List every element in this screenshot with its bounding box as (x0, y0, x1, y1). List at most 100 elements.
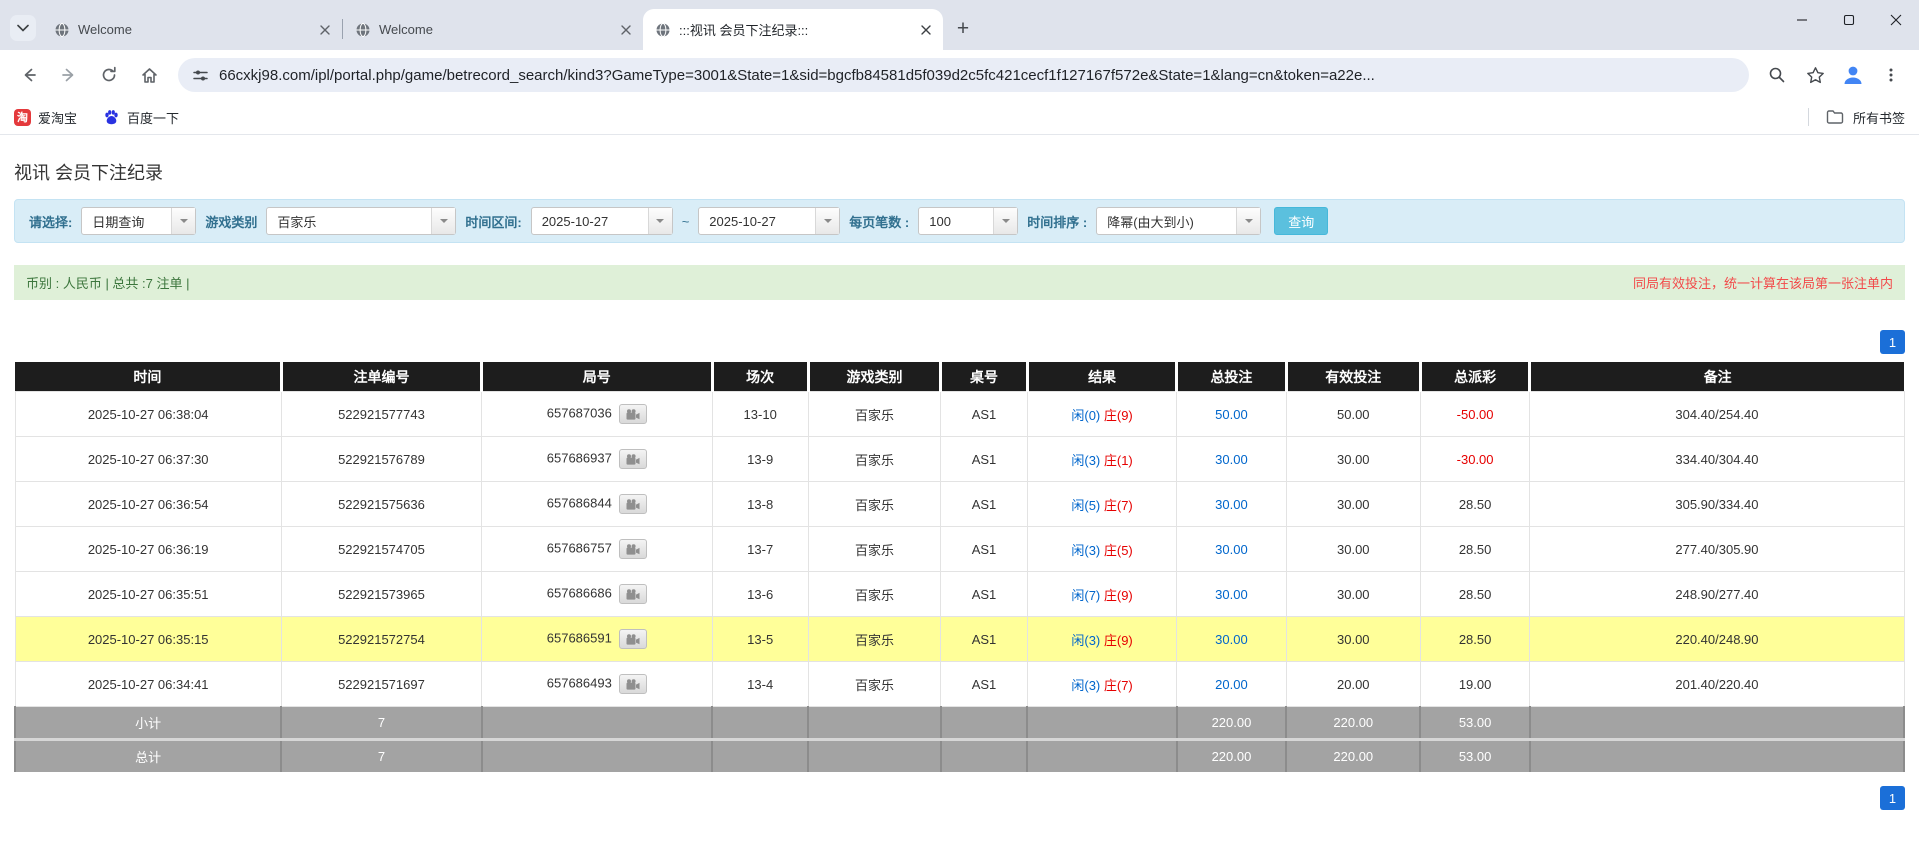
total-bet-link[interactable]: 50.00 (1215, 407, 1248, 422)
tab-close-icon[interactable] (917, 21, 935, 39)
cell-session: 13-8 (712, 482, 808, 527)
column-header-0: 时间 (15, 362, 281, 392)
date-from-select[interactable]: 2025-10-27 (531, 207, 673, 235)
video-replay-button[interactable] (619, 674, 647, 694)
site-info-icon[interactable] (192, 67, 209, 84)
taobao-icon: 淘 (14, 109, 31, 126)
video-replay-button[interactable] (619, 629, 647, 649)
cell-total-bet: 20.00 (1177, 662, 1287, 707)
dropdown-arrow-icon[interactable] (993, 208, 1017, 234)
game-type-select[interactable]: 百家乐 (266, 207, 456, 235)
all-bookmarks[interactable]: 所有书签 (1808, 108, 1905, 127)
cell-result: 闲(3) 庄(9) (1027, 617, 1176, 662)
cell-bet-id: 522921572754 (281, 617, 481, 662)
cell-total-bet: 30.00 (1177, 572, 1287, 617)
table-header-row: 时间注单编号局号场次游戏类别桌号结果总投注有效投注总派彩备注 (15, 362, 1904, 392)
cell-payout: 28.50 (1420, 617, 1530, 662)
mode-select[interactable]: 日期查询 (81, 207, 196, 235)
footer-cell-2 (482, 707, 712, 740)
search-button[interactable]: 查询 (1274, 207, 1328, 235)
video-camera-icon (626, 589, 640, 600)
browser-tab-2[interactable]: Welcome (343, 9, 643, 50)
total-bet-link[interactable]: 20.00 (1215, 677, 1248, 692)
total-bet-link[interactable]: 30.00 (1215, 542, 1248, 557)
tab-close-icon[interactable] (617, 21, 635, 39)
address-bar[interactable]: 66cxkj98.com/ipl/portal.php/game/betreco… (178, 58, 1749, 92)
result-banker: 庄(1) (1104, 453, 1133, 468)
footer-cell-6 (1027, 740, 1176, 773)
window-minimize-button[interactable] (1778, 0, 1825, 40)
window-maximize-button[interactable] (1825, 0, 1872, 40)
back-button[interactable] (10, 56, 48, 94)
footer-cell-0: 小计 (15, 707, 281, 740)
cell-time: 2025-10-27 06:37:30 (15, 437, 281, 482)
bookmark-baidu[interactable]: 百度一下 (103, 108, 179, 127)
total-bet-link[interactable]: 30.00 (1215, 452, 1248, 467)
cell-valid-bet: 30.00 (1286, 617, 1420, 662)
result-player: 闲(7) (1071, 588, 1100, 603)
footer-cell-6 (1027, 707, 1176, 740)
browser-menu-icon[interactable] (1873, 57, 1909, 93)
profile-avatar[interactable] (1835, 57, 1871, 93)
video-replay-button[interactable] (619, 494, 647, 514)
cell-result: 闲(5) 庄(7) (1027, 482, 1176, 527)
video-replay-button[interactable] (619, 584, 647, 604)
video-replay-button[interactable] (619, 404, 647, 424)
cell-remark: 220.40/248.90 (1530, 617, 1904, 662)
video-camera-icon (626, 634, 640, 645)
dropdown-arrow-icon[interactable] (171, 208, 195, 234)
bookmark-taobao[interactable]: 淘 爱淘宝 (14, 108, 77, 127)
dropdown-arrow-icon[interactable] (648, 208, 672, 234)
reload-button[interactable] (90, 56, 128, 94)
game-type-value: 百家乐 (267, 208, 431, 234)
cell-game-type: 百家乐 (808, 572, 940, 617)
tab-close-icon[interactable] (316, 21, 334, 39)
column-header-4: 游戏类别 (808, 362, 940, 392)
screen: { "browser": { "tabs": [ {"title": "Welc… (0, 0, 1919, 855)
dropdown-arrow-icon[interactable] (815, 208, 839, 234)
page-1-button[interactable]: 1 (1880, 786, 1905, 810)
cell-session: 13-10 (712, 392, 808, 437)
page-size-select[interactable]: 100 (918, 207, 1018, 235)
bet-record-row: 2025-10-27 06:34:41522921571697657686493… (15, 662, 1904, 707)
cell-result: 闲(0) 庄(9) (1027, 392, 1176, 437)
cell-total-bet: 50.00 (1177, 392, 1287, 437)
footer-cell-9: 53.00 (1420, 740, 1530, 773)
browser-tab-active[interactable]: :::视讯 会员下注纪录::: (643, 9, 943, 50)
cell-bet-id: 522921575636 (281, 482, 481, 527)
result-banker: 庄(5) (1104, 543, 1133, 558)
video-camera-icon (626, 544, 640, 555)
bookmark-star-icon[interactable] (1797, 57, 1833, 93)
cell-total-bet: 30.00 (1177, 437, 1287, 482)
dropdown-arrow-icon[interactable] (431, 208, 455, 234)
page-1-button[interactable]: 1 (1880, 330, 1905, 354)
total-bet-link[interactable]: 30.00 (1215, 587, 1248, 602)
browser-tab-1[interactable]: Welcome (42, 9, 342, 50)
cell-time: 2025-10-27 06:36:54 (15, 482, 281, 527)
total-bet-link[interactable]: 30.00 (1215, 632, 1248, 647)
filter-panel: 请选择: 日期查询 游戏类别 百家乐 时间区间: 2025-10-27 ~ 20… (14, 199, 1905, 243)
column-header-10: 备注 (1530, 362, 1904, 392)
sort-select[interactable]: 降幂(由大到小) (1096, 207, 1261, 235)
cell-bet-id: 522921571697 (281, 662, 481, 707)
new-tab-button[interactable]: + (949, 15, 977, 43)
cell-game-type: 百家乐 (808, 437, 940, 482)
video-replay-button[interactable] (619, 449, 647, 469)
result-banker: 庄(9) (1104, 633, 1133, 648)
total-bet-link[interactable]: 30.00 (1215, 497, 1248, 512)
footer-cell-1: 7 (281, 740, 481, 773)
forward-button[interactable] (50, 56, 88, 94)
tab-search-button[interactable] (10, 15, 36, 41)
cell-round-id: 657686844 (482, 482, 712, 527)
dropdown-arrow-icon[interactable] (1236, 208, 1260, 234)
pagination-bottom: 1 (14, 786, 1905, 810)
home-button[interactable] (130, 56, 168, 94)
window-close-button[interactable] (1872, 0, 1919, 40)
date-to-select[interactable]: 2025-10-27 (698, 207, 840, 235)
cell-bet-id: 522921576789 (281, 437, 481, 482)
footer-cell-0: 总计 (15, 740, 281, 773)
video-replay-button[interactable] (619, 539, 647, 559)
url-text[interactable]: 66cxkj98.com/ipl/portal.php/game/betreco… (219, 67, 1375, 84)
footer-cell-5 (941, 707, 1028, 740)
zoom-icon[interactable] (1759, 57, 1795, 93)
